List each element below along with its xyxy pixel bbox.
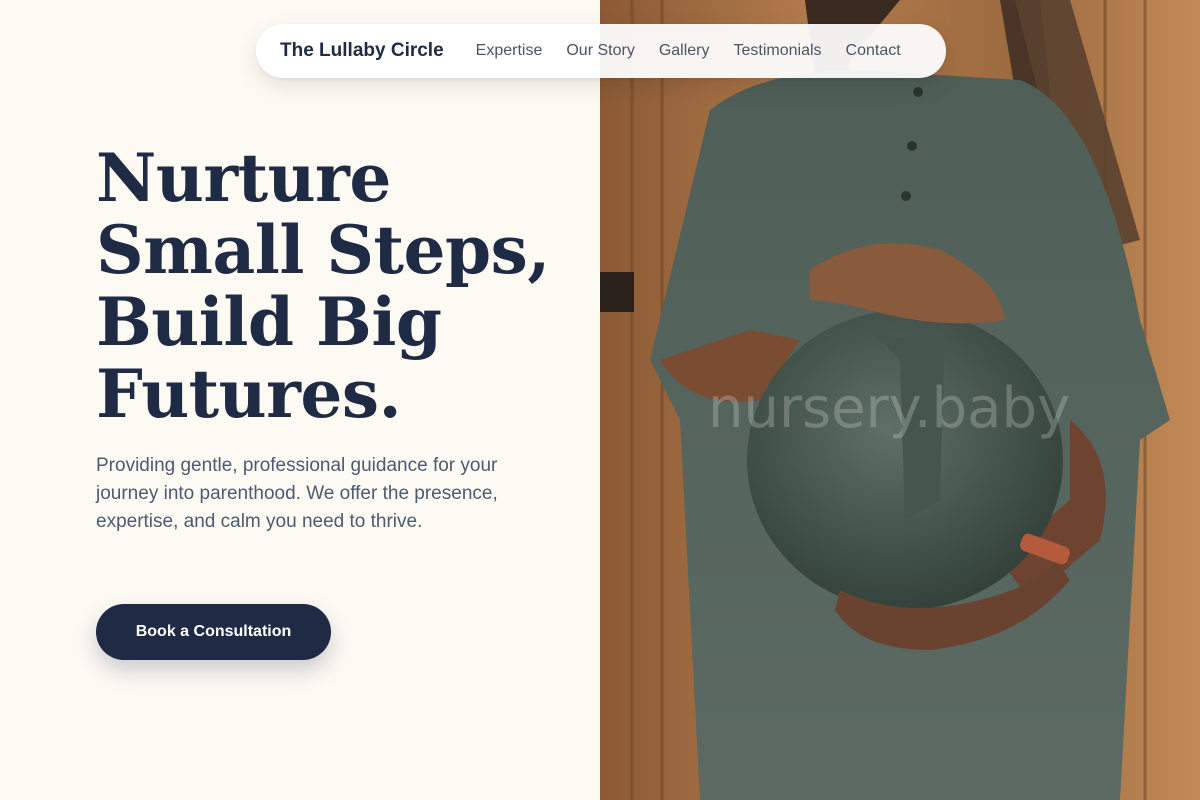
headline-line: Small Steps, bbox=[96, 211, 550, 289]
top-nav: The Lullaby Circle Expertise Our Story G… bbox=[256, 24, 946, 78]
nav-link-expertise[interactable]: Expertise bbox=[476, 42, 543, 60]
brand-logo[interactable]: The Lullaby Circle bbox=[280, 40, 444, 62]
nav-link-gallery[interactable]: Gallery bbox=[659, 42, 710, 60]
book-consultation-button[interactable]: Book a Consultation bbox=[96, 604, 331, 660]
nav-link-our-story[interactable]: Our Story bbox=[566, 42, 634, 60]
landing-page: nursery.baby The Lullaby Circle Expertis… bbox=[0, 0, 1200, 800]
hero-headline: Nurture Small Steps, Build Big Futures. bbox=[96, 142, 576, 430]
hero-subtext: Providing gentle, professional guidance … bbox=[96, 455, 498, 532]
headline-line: Futures. bbox=[96, 355, 402, 433]
headline-line: Build Big bbox=[96, 283, 442, 361]
headline-line: Nurture bbox=[96, 139, 391, 217]
watermark-text: nursery.baby bbox=[708, 376, 1071, 441]
nav-link-contact[interactable]: Contact bbox=[846, 42, 901, 60]
nav-links: Expertise Our Story Gallery Testimonials… bbox=[476, 42, 901, 60]
nav-link-testimonials[interactable]: Testimonials bbox=[734, 42, 822, 60]
